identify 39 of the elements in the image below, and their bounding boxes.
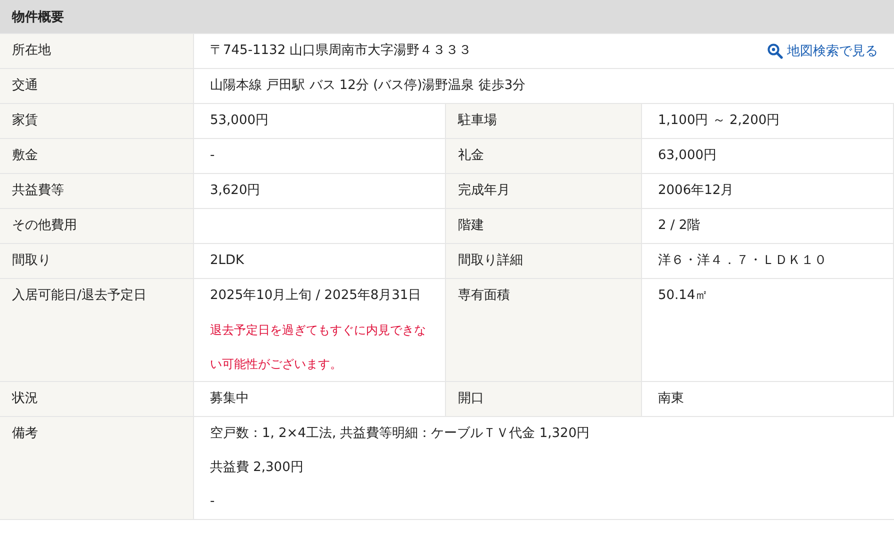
label-cell: 完成年月 [446,173,642,208]
value-text: 50.14㎡ [658,287,708,305]
label-cell: 間取り [0,243,194,278]
label-cell: 交通 [0,68,194,103]
value-text: 2 / 2階 [658,217,700,235]
value-text: 空戸数：1, 2×4工法, 共益費等明細：ケーブルＴＶ代金 1,320円 [210,425,590,443]
value-text: 〒745-1132 山口県周南市大字湯野４３３３ [210,42,472,60]
label-cell: 階建 [446,208,642,243]
value-text: 共益費 2,300円 [210,459,304,477]
value-text: - [210,147,215,165]
value-text: 53,000円 [210,112,268,130]
label-cell: 駐車場 [446,103,642,138]
label-cell: 敷金 [0,138,194,173]
value-text: 山陽本線 戸田駅 バス 12分 (バス停)湯野温泉 徒歩3分 [210,77,526,95]
warning-note: 退去予定日を過ぎてもすぐに内見できない可能性がございます。 [210,322,427,373]
search-icon [767,43,783,59]
label-cell: その他費用 [0,208,194,243]
value-text: 2LDK [210,252,244,270]
label-cell: 共益費等 [0,173,194,208]
label-cell: 家賃 [0,103,194,138]
label-cell: 所在地 [0,33,194,68]
value-text: 2006年12月 [658,182,734,200]
section-title: 物件概要 [12,8,64,26]
label-cell: 開口 [446,381,642,416]
label-cell: 間取り詳細 [446,243,642,278]
value-text: 1,100円 ～ 2,200円 [658,112,780,130]
value-text: 63,000円 [658,147,716,165]
value-text: - [210,493,215,511]
label-cell: 専有面積 [446,278,642,381]
label-cell: 状況 [0,381,194,416]
label-cell: 礼金 [446,138,642,173]
value-text: 3,620円 [210,182,260,200]
label-cell: 備考 [0,416,194,519]
value-text: 南東 [658,390,684,408]
map-search-link[interactable]: 地図検索で見る [767,34,878,68]
label-cell: 入居可能日/退去予定日 [0,278,194,381]
value-text: 2025年10月上旬 / 2025年8月31日 [210,287,422,305]
value-text: 募集中 [210,390,249,408]
value-text: 洋６・洋４．７・ＬＤＫ１０ [658,252,827,270]
